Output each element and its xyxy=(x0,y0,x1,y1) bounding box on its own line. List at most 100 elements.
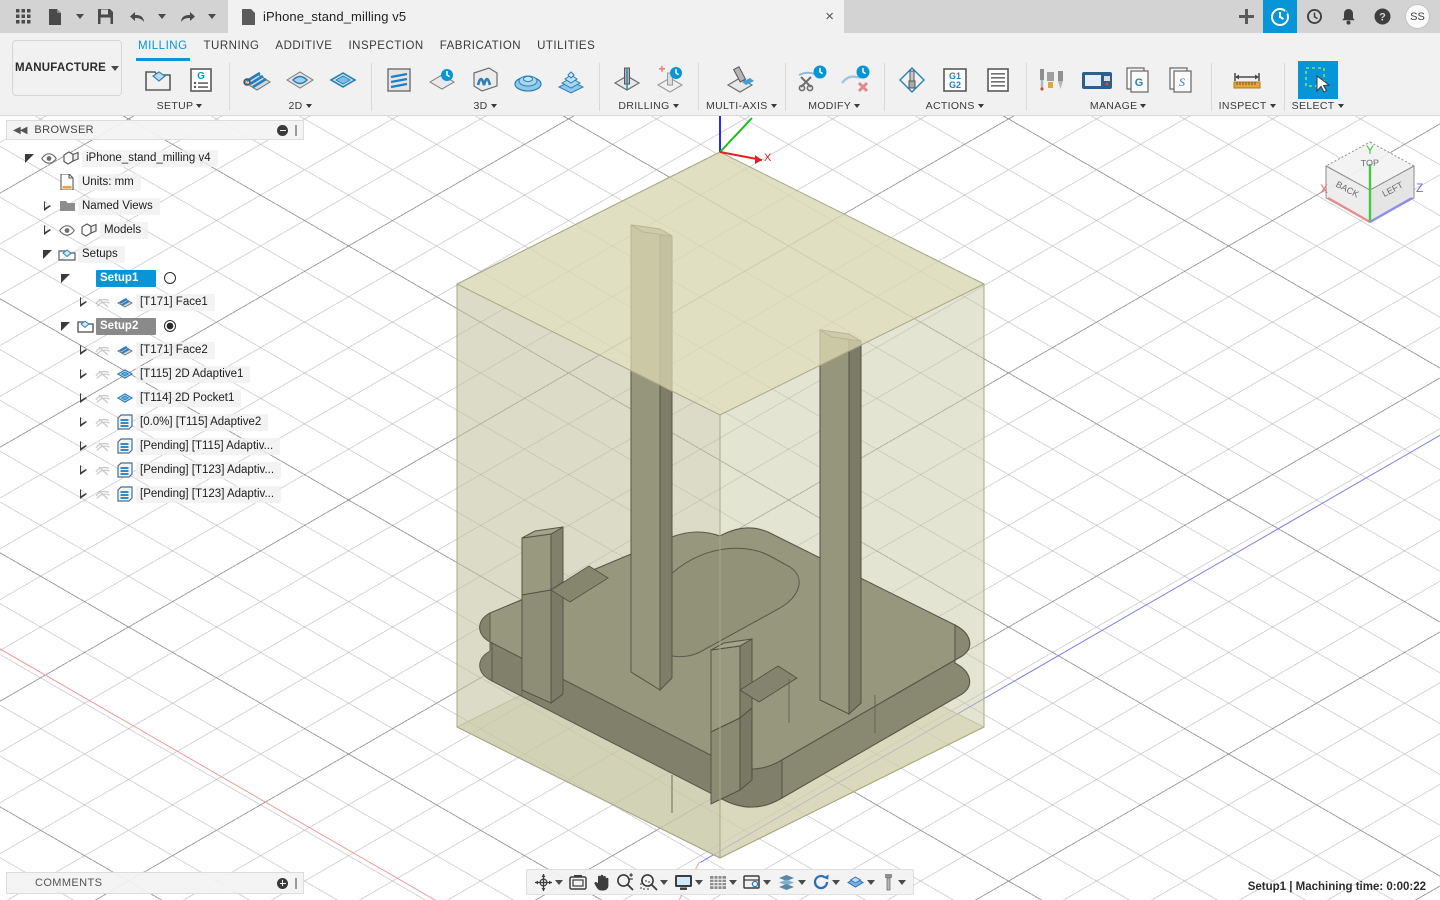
expand-triangle-closed-icon[interactable] xyxy=(74,290,92,314)
tree-item[interactable]: Units: mm xyxy=(6,170,304,194)
pocket-2d-icon[interactable] xyxy=(323,61,363,99)
eye-suppressed-icon[interactable] xyxy=(92,338,114,362)
expand-triangle-open-icon[interactable] xyxy=(56,266,74,290)
expand-triangle-closed-icon[interactable] xyxy=(74,362,92,386)
panel-label-inspect[interactable]: INSPECT xyxy=(1219,99,1276,113)
ribbon-tab-additive[interactable]: ADDITIVE xyxy=(267,34,340,58)
setup-sheet-icon[interactable] xyxy=(978,61,1018,99)
expand-triangle-open-icon[interactable] xyxy=(38,242,56,266)
expand-triangle-closed-icon[interactable] xyxy=(74,482,92,506)
undo-icon[interactable] xyxy=(122,3,152,30)
machine-library-icon[interactable] xyxy=(1077,61,1117,99)
workspace-switcher[interactable]: MANUFACTURE xyxy=(12,40,122,96)
bore-icon[interactable] xyxy=(650,61,690,99)
redo-icon[interactable] xyxy=(172,3,202,30)
ribbon-tab-turning[interactable]: TURNING xyxy=(196,34,268,58)
setup-active-radio[interactable] xyxy=(164,320,177,332)
document-tab[interactable]: iPhone_stand_milling v5 × xyxy=(228,0,844,33)
tree-item[interactable]: Named Views xyxy=(6,194,304,218)
panel-label-modify[interactable]: MODIFY xyxy=(808,99,861,113)
ribbon-tab-fabrication[interactable]: FABRICATION xyxy=(432,34,529,58)
tree-item[interactable]: Setup2 xyxy=(6,314,304,338)
tree-item[interactable]: [T115] 2D Adaptive1 xyxy=(6,362,304,386)
panel-label-3d[interactable]: 3D xyxy=(473,99,497,113)
spiral-3d-icon[interactable] xyxy=(551,61,591,99)
eye-icon[interactable] xyxy=(38,146,60,170)
tree-item[interactable]: Models xyxy=(6,218,304,242)
adaptive-3d-icon[interactable] xyxy=(379,61,419,99)
post-process-icon[interactable]: G1 G2 xyxy=(935,61,975,99)
tree-item[interactable]: [T171] Face2 xyxy=(6,338,304,362)
expand-triangle-closed-icon[interactable] xyxy=(74,386,92,410)
undo-dropdown[interactable] xyxy=(154,3,170,30)
tree-item[interactable]: [Pending] [T123] Adaptiv... xyxy=(6,458,304,482)
panel-label-actions[interactable]: ACTIONS xyxy=(926,99,984,113)
panel-label-setup[interactable]: SETUP xyxy=(157,99,203,113)
expand-triangle-open-icon[interactable] xyxy=(56,314,74,338)
ribbon-tab-milling[interactable]: MILLING xyxy=(130,34,196,61)
tree-item[interactable]: [T114] 2D Pocket1 xyxy=(6,386,304,410)
multi-axis-contour-icon[interactable] xyxy=(721,61,761,99)
panel-label-2d[interactable]: 2D xyxy=(288,99,312,113)
g-code-list-icon[interactable]: G xyxy=(181,61,221,99)
eye-suppressed-icon[interactable] xyxy=(92,386,114,410)
tree-item[interactable]: [0.0%] [T115] Adaptive2 xyxy=(6,410,304,434)
eye-suppressed-icon[interactable] xyxy=(92,290,114,314)
eye-suppressed-icon[interactable] xyxy=(92,434,114,458)
eye-suppressed-icon[interactable] xyxy=(92,362,114,386)
ribbon-tab-inspection[interactable]: INSPECTION xyxy=(340,34,431,58)
expand-triangle-closed-icon[interactable] xyxy=(74,434,92,458)
eye-icon[interactable] xyxy=(56,218,78,242)
tree-item[interactable]: [T171] Face1 xyxy=(6,290,304,314)
setup-active-radio[interactable] xyxy=(164,272,177,284)
panel-label-manage[interactable]: MANAGE xyxy=(1090,99,1147,113)
template-library-icon[interactable]: S xyxy=(1163,61,1203,99)
panel-label-select[interactable]: SELECT xyxy=(1292,99,1344,113)
expand-triangle-closed-icon[interactable] xyxy=(38,194,56,218)
setup-folder-icon[interactable] xyxy=(138,61,178,99)
tool-library-icon[interactable] xyxy=(1034,61,1074,99)
contour-3d-icon[interactable] xyxy=(465,61,505,99)
trim-toolpath-icon[interactable] xyxy=(793,61,833,99)
close-tab-button[interactable]: × xyxy=(825,9,834,24)
collapse-left-icon[interactable]: ◀◀ xyxy=(13,125,27,136)
ribbon-tab-utilities[interactable]: UTILITIES xyxy=(529,34,603,58)
post-library-icon[interactable]: G xyxy=(1120,61,1160,99)
avatar[interactable]: SS xyxy=(1405,4,1430,29)
eye-suppressed-icon[interactable] xyxy=(92,482,114,506)
view-cube[interactable]: TOP BACK LEFT X Y Z xyxy=(1306,130,1434,250)
scallop-3d-icon[interactable] xyxy=(508,61,548,99)
measure-icon[interactable] xyxy=(1227,61,1267,99)
expand-triangle-open-icon[interactable] xyxy=(20,146,38,170)
select-cursor-icon[interactable] xyxy=(1297,61,1338,99)
new-document-dropdown[interactable] xyxy=(72,3,88,30)
bell-icon[interactable] xyxy=(1331,0,1365,33)
eye-suppressed-icon[interactable] xyxy=(92,410,114,434)
adaptive-2d-icon[interactable] xyxy=(280,61,320,99)
eye-suppressed-icon[interactable] xyxy=(92,458,114,482)
tree-item[interactable]: Setup1 xyxy=(6,266,304,290)
drill-icon[interactable] xyxy=(607,61,647,99)
expand-triangle-closed-icon[interactable] xyxy=(38,218,56,242)
expand-triangle-closed-icon[interactable] xyxy=(74,458,92,482)
minimize-icon[interactable] xyxy=(277,124,288,136)
tree-item[interactable]: [Pending] [T123] Adaptiv... xyxy=(6,482,304,506)
tree-item[interactable]: Setups xyxy=(6,242,304,266)
save-icon[interactable] xyxy=(90,3,120,30)
parallel-3d-icon[interactable] xyxy=(422,61,462,99)
tree-item[interactable]: iPhone_stand_milling v4 xyxy=(6,146,304,170)
simulate-icon[interactable] xyxy=(892,61,932,99)
panel-gripper[interactable] xyxy=(295,124,297,136)
panel-label-drilling[interactable]: DRILLING xyxy=(618,99,679,113)
new-document-icon[interactable] xyxy=(40,3,70,30)
expand-triangle-closed-icon[interactable] xyxy=(74,338,92,362)
job-status-icon[interactable] xyxy=(1263,0,1297,33)
tree-item[interactable]: [Pending] [T115] Adaptiv... xyxy=(6,434,304,458)
recent-icon[interactable] xyxy=(1297,0,1331,33)
app-grid-icon[interactable] xyxy=(8,3,38,30)
delete-toolpath-icon[interactable] xyxy=(836,61,876,99)
panel-label-multi-axis[interactable]: MULTI-AXIS xyxy=(706,99,777,113)
redo-dropdown[interactable] xyxy=(204,3,220,30)
add-tab-icon[interactable] xyxy=(1229,0,1263,33)
face-2d-icon[interactable] xyxy=(237,61,277,99)
